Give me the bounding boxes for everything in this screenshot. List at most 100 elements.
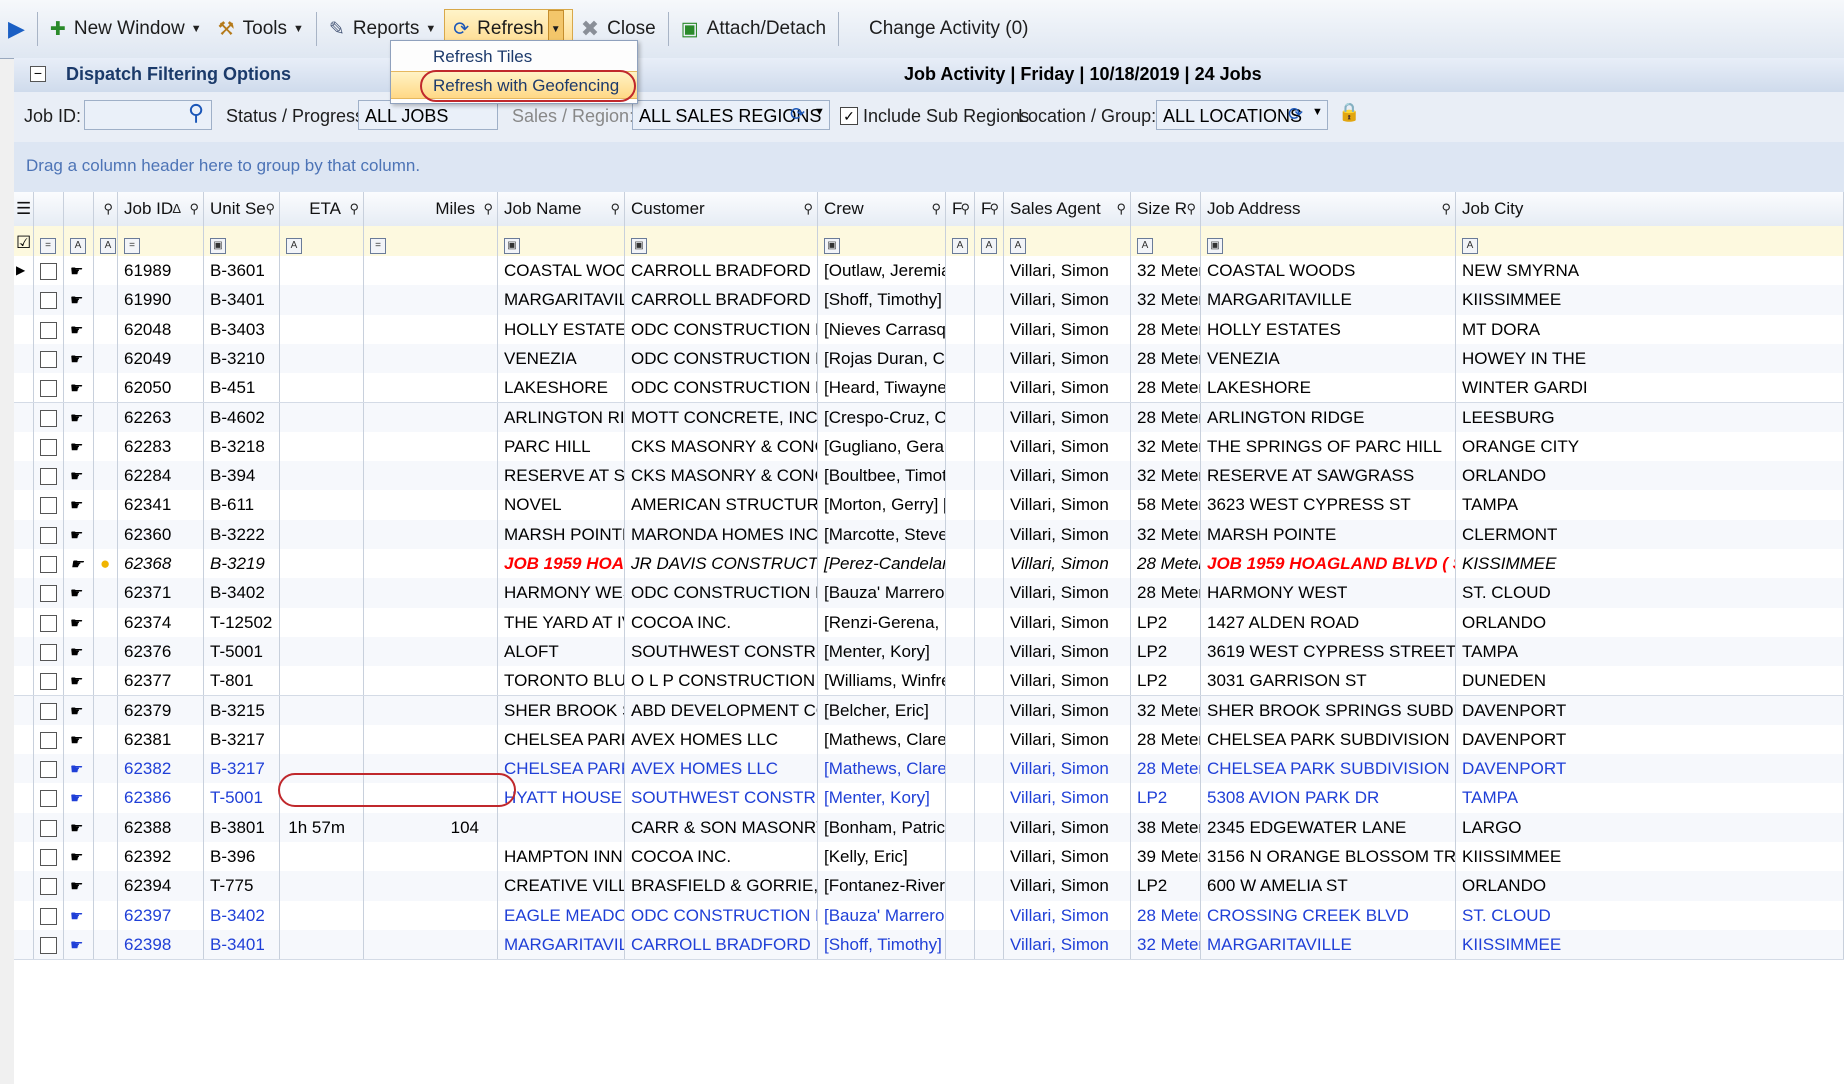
text-filter-icon[interactable]: A — [286, 238, 302, 254]
column-header-size[interactable]: Size R ⚲ — [1131, 192, 1201, 226]
row-checkbox[interactable] — [40, 702, 57, 720]
column-header-eta[interactable]: ETA ⚲ — [280, 192, 364, 226]
row-checkbox[interactable] — [40, 643, 57, 661]
collapse-icon[interactable]: − — [30, 66, 46, 82]
table-row[interactable]: ☛ 62283B-3218 PARC HILLCKS MASONRY & CONCR… — [14, 431, 1844, 463]
filter-cell[interactable]: = — [118, 226, 204, 256]
column-header-job-address[interactable]: Job Address ⚲ — [1201, 192, 1456, 226]
chevron-down-icon[interactable]: ▼ — [1312, 106, 1323, 118]
table-row[interactable]: ☛ 61990 B-3401 MARGARITAVILL CARROLL BRADFOR… — [14, 285, 1844, 316]
chevron-down-icon[interactable]: ▼ — [191, 23, 202, 35]
pin-icon[interactable]: ⚲ — [103, 192, 113, 226]
pin-icon[interactable]: ⚲ — [349, 192, 359, 226]
pin-icon[interactable]: ⚲ — [1116, 192, 1126, 226]
attach-detach-button[interactable]: ▣ Attach/Detach — [673, 9, 834, 49]
row-checkbox[interactable] — [40, 526, 57, 544]
play-icon[interactable]: ▶ — [0, 9, 33, 49]
column-header-sales-agent[interactable]: Sales Agent ⚲ — [1004, 192, 1131, 226]
column-header-miles[interactable]: Miles ⚲ — [364, 192, 498, 226]
list-filter-icon[interactable]: ▣ — [210, 238, 226, 254]
row-checkbox[interactable] — [40, 731, 57, 749]
column-header-customer[interactable]: Customer ⚲ — [625, 192, 818, 226]
table-row[interactable]: ☛ 62397 B-3402 EAGLE MEADO ODC CONSTRUCTION … — [14, 900, 1844, 931]
table-row[interactable]: ☛ 62048 B-3403 HOLLY ESTATE ODC CONSTRUCTION… — [14, 314, 1844, 345]
list-filter-icon[interactable]: ▣ — [631, 238, 647, 254]
filter-cell[interactable]: A — [975, 226, 1004, 256]
table-row[interactable]: ☛ 62371 B-3402 HARMONY WES ODC CONSTRUCTION … — [14, 578, 1844, 609]
table-row[interactable]: ☛ 62049 B-3210 VENEZIA ODC CONSTRUCTION LL [R… — [14, 343, 1844, 375]
chevron-down-icon[interactable]: ▼ — [293, 23, 304, 35]
text-filter-icon[interactable]: A — [981, 238, 997, 254]
text-filter-icon[interactable]: A — [1010, 238, 1026, 254]
filter-cell[interactable]: A — [280, 226, 364, 256]
pin-icon[interactable]: ⚲ — [989, 192, 999, 226]
row-checkbox[interactable] — [40, 409, 57, 427]
lock-icon[interactable]: 🔒 — [1338, 102, 1360, 123]
column-chooser-icon[interactable]: ☰ — [14, 192, 34, 226]
table-row[interactable]: ☛ 62050 B-451 LAKESHORE ODC CONSTRUCTION LL[… — [14, 373, 1844, 404]
list-filter-icon[interactable]: ▣ — [504, 238, 520, 254]
column-header-f1[interactable]: F ⚲ — [946, 192, 975, 226]
table-row[interactable]: ☛ 62263 B-4602 ARLINGTON RID MOTT CONCRETE, … — [14, 402, 1844, 433]
row-checkbox[interactable] — [40, 350, 57, 368]
filter-cell[interactable]: A — [1131, 226, 1201, 256]
filter-cell[interactable]: ▣ — [498, 226, 625, 256]
table-row[interactable]: ☛ 62398 B-3401 MARGARITAVILL CARROLL BRADFOR… — [14, 929, 1844, 961]
pin-icon[interactable]: ⚲ — [1441, 192, 1451, 226]
row-checkbox[interactable] — [40, 585, 57, 603]
refresh-location-icon[interactable]: ⟳ — [1288, 104, 1303, 125]
filter-cell[interactable]: = — [34, 226, 64, 256]
pin-icon[interactable]: ⚲ — [610, 192, 620, 226]
row-checkbox[interactable] — [40, 380, 57, 398]
filter-cell[interactable]: ▣ — [1201, 226, 1456, 256]
row-checkbox[interactable] — [40, 292, 57, 310]
filter-cell[interactable]: A — [946, 226, 975, 256]
pin-icon[interactable]: ⚲ — [265, 192, 275, 226]
column-header-crew[interactable]: Crew ⚲ — [818, 192, 946, 226]
text-filter-icon[interactable]: A — [1462, 238, 1478, 254]
filter-cell[interactable]: A — [1456, 226, 1844, 256]
column-header-unit[interactable]: Unit Se ⚲ — [204, 192, 280, 226]
equals-filter-icon[interactable]: = — [370, 238, 386, 254]
row-checkbox[interactable] — [40, 790, 57, 808]
filter-cell[interactable]: ▣ — [625, 226, 818, 256]
pin-icon[interactable]: ⚲ — [189, 192, 199, 226]
equals-filter-icon[interactable]: = — [124, 238, 140, 254]
group-by-area[interactable]: Drag a column header here to group by th… — [14, 142, 1844, 193]
table-row[interactable]: ☛ 62377 T-801 TORONTO BLUE O L P CONSTRUCTIO… — [14, 666, 1844, 697]
new-window-button[interactable]: ✚ New Window ▼ — [42, 9, 210, 49]
pin-icon[interactable]: ⚲ — [1186, 192, 1196, 226]
row-checkbox[interactable] — [40, 468, 57, 486]
table-row[interactable]: ☛ 62381 B-3217 CHELSEA PARK AVEX HOMES LLC [M… — [14, 724, 1844, 756]
list-filter-icon[interactable]: ▣ — [824, 238, 840, 254]
filter-cell[interactable]: A — [1004, 226, 1131, 256]
change-activity-button[interactable]: Change Activity (0) — [861, 9, 1036, 49]
pin-icon[interactable]: ⚲ — [931, 192, 941, 226]
filter-cell[interactable]: = — [364, 226, 498, 256]
column-header-job-id[interactable]: Job ID Δ ⚲ — [118, 192, 204, 226]
status-progress-select[interactable]: ALL JOBS — [358, 100, 498, 130]
menu-item-refresh-geofencing[interactable]: Refresh with Geofencing — [391, 71, 637, 99]
pin-icon[interactable]: ⚲ — [803, 192, 813, 226]
column-header-f2[interactable]: F ⚲ — [975, 192, 1004, 226]
table-row[interactable]: ☛ 62386T-5001 HYATT HOUSESOUTHWEST CONSTRU… — [14, 783, 1844, 814]
table-row[interactable]: ☛ 62360B-3222 MARSH POINTE-MARONDA HOMES I… — [14, 519, 1844, 550]
refresh-region-icon[interactable]: ⟳ — [790, 104, 805, 125]
tools-button[interactable]: ⚒ Tools ▼ — [210, 9, 312, 49]
row-checkbox[interactable] — [40, 497, 57, 515]
pin-icon[interactable]: ⚲ — [960, 192, 970, 226]
row-checkbox[interactable] — [40, 438, 57, 456]
column-header-job-name[interactable]: Job Name ⚲ — [498, 192, 625, 226]
row-checkbox[interactable] — [40, 819, 57, 837]
table-row[interactable]: ☛ 62284 B-394 RESERVE AT SA CKS MASONRY & CO… — [14, 461, 1844, 492]
table-row[interactable]: ☛ 62392 B-396 HAMPTON INN COCOA INC. [Kelly, … — [14, 842, 1844, 873]
filter-cell[interactable]: ▣ — [204, 226, 280, 256]
filter-cell[interactable]: A — [94, 226, 118, 256]
filter-cell[interactable]: A — [64, 226, 94, 256]
clear-filter-icon[interactable]: ☑ — [14, 226, 34, 256]
row-checkbox[interactable] — [40, 936, 57, 954]
table-row[interactable]: ☛ 62376T-5001 ALOFTSOUTHWEST CONSTRUC[Ment… — [14, 636, 1844, 668]
column-header-job-city[interactable]: Job City — [1456, 192, 1844, 226]
text-filter-icon[interactable]: A — [70, 238, 86, 254]
table-row[interactable]: ☛ 62394T-775 CREATIVE VILLABRASFIELD & GOR… — [14, 871, 1844, 902]
